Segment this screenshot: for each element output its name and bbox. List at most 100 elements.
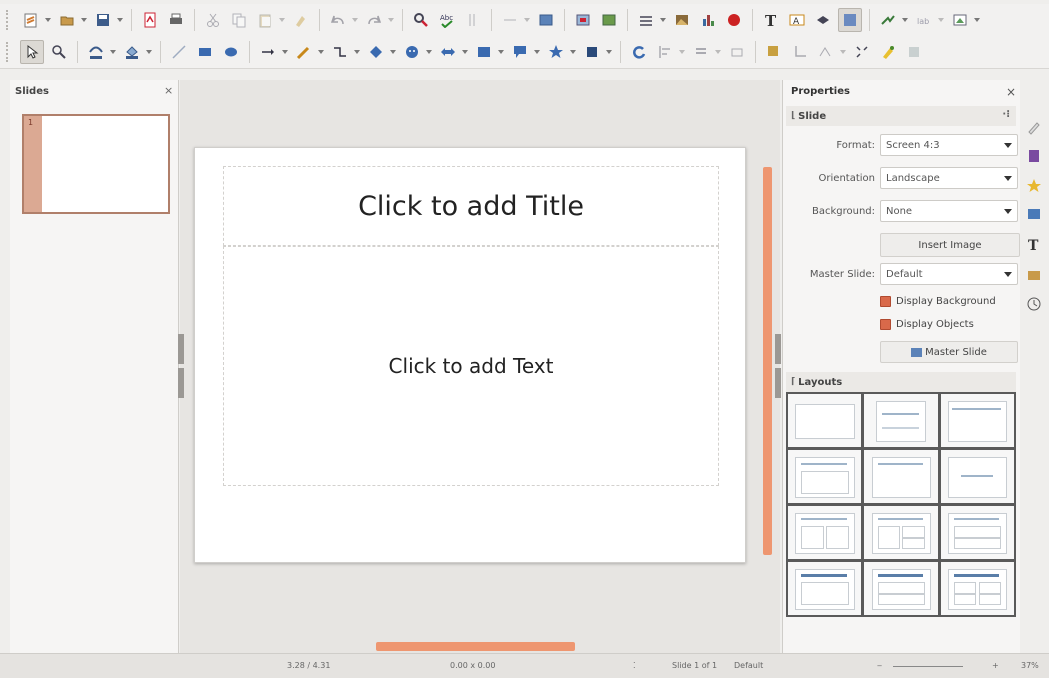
- toolbar-grip[interactable]: [6, 42, 12, 62]
- ellipse-icon[interactable]: [220, 41, 242, 63]
- styles-tab-icon[interactable]: T: [1025, 235, 1043, 253]
- format-select[interactable]: Screen 4:3: [880, 134, 1018, 156]
- connector-icon[interactable]: [329, 41, 351, 63]
- layout-title-centered[interactable]: [864, 450, 938, 503]
- paste-dropdown[interactable]: [278, 9, 285, 31]
- redo-dropdown[interactable]: [387, 9, 394, 31]
- master-slide-icon[interactable]: [572, 9, 594, 31]
- layout-title-2-content[interactable]: [788, 506, 862, 559]
- left-pane-collapse-handle[interactable]: [178, 368, 184, 398]
- slide-transition-tab-icon[interactable]: [1025, 205, 1043, 223]
- fill-color-dropdown[interactable]: [145, 41, 152, 63]
- rotate-icon[interactable]: [628, 41, 650, 63]
- zoom-slider[interactable]: [893, 666, 963, 667]
- slide-canvas[interactable]: Click to add Title Click to add Text: [194, 147, 746, 563]
- 3d-objects-icon[interactable]: [581, 41, 603, 63]
- flowchart-icon[interactable]: [473, 41, 495, 63]
- clone-formatting-icon[interactable]: [290, 9, 312, 31]
- save-icon[interactable]: [92, 9, 114, 31]
- copy-icon[interactable]: [228, 9, 250, 31]
- slides-pane-close-icon[interactable]: ×: [164, 84, 173, 97]
- filter-dropdown[interactable]: [839, 41, 846, 63]
- lines-arrows-icon[interactable]: [257, 41, 279, 63]
- more-options-icon[interactable]: ⋅⁝: [1002, 109, 1010, 120]
- print-icon[interactable]: [165, 9, 187, 31]
- line-icon[interactable]: [168, 41, 190, 63]
- background-select[interactable]: None: [880, 200, 1018, 222]
- zoom-level[interactable]: 37%: [1021, 661, 1039, 670]
- block-arrows-icon[interactable]: [437, 41, 459, 63]
- line-color-dropdown[interactable]: [109, 41, 116, 63]
- line-color-icon[interactable]: [85, 41, 107, 63]
- basic-shapes-icon[interactable]: [365, 41, 387, 63]
- layout-title-only[interactable]: [864, 394, 938, 447]
- spelling-icon[interactable]: Abc: [436, 9, 458, 31]
- display-extras-icon[interactable]: [949, 9, 971, 31]
- paste-icon[interactable]: [254, 9, 276, 31]
- lines-arrows-dropdown[interactable]: [281, 41, 288, 63]
- table-dropdown[interactable]: [659, 9, 666, 31]
- right-pane-splitter[interactable]: [775, 334, 781, 364]
- right-pane-collapse-handle[interactable]: [775, 368, 781, 398]
- gallery-tab-icon[interactable]: [1025, 265, 1043, 283]
- basic-shapes-dropdown[interactable]: [389, 41, 396, 63]
- redo-icon[interactable]: [363, 9, 385, 31]
- 3d-objects-dropdown[interactable]: [605, 41, 612, 63]
- table-icon[interactable]: [635, 9, 657, 31]
- stars-icon[interactable]: [545, 41, 567, 63]
- layout-title-4-content[interactable]: [940, 562, 1014, 615]
- document-modified-icon[interactable]: ⁚: [633, 661, 636, 670]
- zoom-icon[interactable]: [48, 41, 70, 63]
- rectangle-icon[interactable]: [194, 41, 216, 63]
- callouts-dropdown[interactable]: [533, 41, 540, 63]
- grid-icon[interactable]: [499, 9, 521, 31]
- media-icon[interactable]: [723, 9, 745, 31]
- arrange-icon[interactable]: [690, 41, 712, 63]
- open-dropdown[interactable]: [80, 9, 87, 31]
- extras-dropdown[interactable]: [973, 9, 980, 31]
- select-arrow-icon[interactable]: [20, 40, 44, 64]
- zoom-out-icon[interactable]: ‒: [877, 661, 882, 670]
- crop-icon[interactable]: [789, 41, 811, 63]
- points-icon[interactable]: [851, 41, 873, 63]
- layout-title-content-over-content[interactable]: [864, 562, 938, 615]
- symbol-shapes-icon[interactable]: [401, 41, 423, 63]
- left-pane-splitter[interactable]: [178, 334, 184, 364]
- grid-dropdown[interactable]: [523, 9, 530, 31]
- properties-tab-icon[interactable]: [1025, 118, 1043, 136]
- orientation-select[interactable]: Landscape: [880, 167, 1018, 189]
- vertical-scrollbar[interactable]: [763, 167, 772, 555]
- layouts-section-header[interactable]: ⌈ Layouts: [786, 372, 1016, 392]
- connector-dropdown[interactable]: [353, 41, 360, 63]
- hyperlink-dropdown[interactable]: [937, 9, 944, 31]
- layout-title-content-2-content[interactable]: [864, 506, 938, 559]
- image-icon[interactable]: [671, 9, 693, 31]
- layout-centered-title-line[interactable]: [940, 450, 1014, 503]
- start-from-first-icon[interactable]: [598, 9, 620, 31]
- undo-icon[interactable]: [327, 9, 349, 31]
- new-dropdown[interactable]: [44, 9, 51, 31]
- filter-icon[interactable]: [815, 41, 837, 63]
- export-pdf-icon[interactable]: [139, 9, 161, 31]
- custom-animation-tab-icon[interactable]: [1025, 177, 1043, 195]
- text-box-icon[interactable]: T: [760, 9, 782, 31]
- special-character-icon[interactable]: [812, 9, 834, 31]
- slide-section-header[interactable]: ⌊ Slide ⋅⁝: [786, 106, 1016, 126]
- cut-icon[interactable]: [202, 9, 224, 31]
- symbol-shapes-dropdown[interactable]: [425, 41, 432, 63]
- toggle-extrusion-icon[interactable]: [903, 41, 925, 63]
- glue-points-icon[interactable]: [877, 41, 899, 63]
- distribute-icon[interactable]: [726, 41, 748, 63]
- master-slide-name[interactable]: Default: [734, 661, 763, 670]
- layout-centered-text[interactable]: [940, 394, 1014, 447]
- curve-icon[interactable]: [293, 41, 315, 63]
- content-placeholder[interactable]: Click to add Text: [223, 246, 719, 486]
- curve-dropdown[interactable]: [317, 41, 324, 63]
- show-draw-functions-icon[interactable]: [838, 8, 862, 32]
- navigator-tab-icon[interactable]: [1025, 295, 1043, 313]
- horizontal-scrollbar[interactable]: [376, 642, 575, 651]
- fontwork-icon[interactable]: A: [786, 9, 808, 31]
- chart-icon[interactable]: [697, 9, 719, 31]
- align-icon[interactable]: [654, 41, 676, 63]
- new-document-icon[interactable]: [20, 9, 42, 31]
